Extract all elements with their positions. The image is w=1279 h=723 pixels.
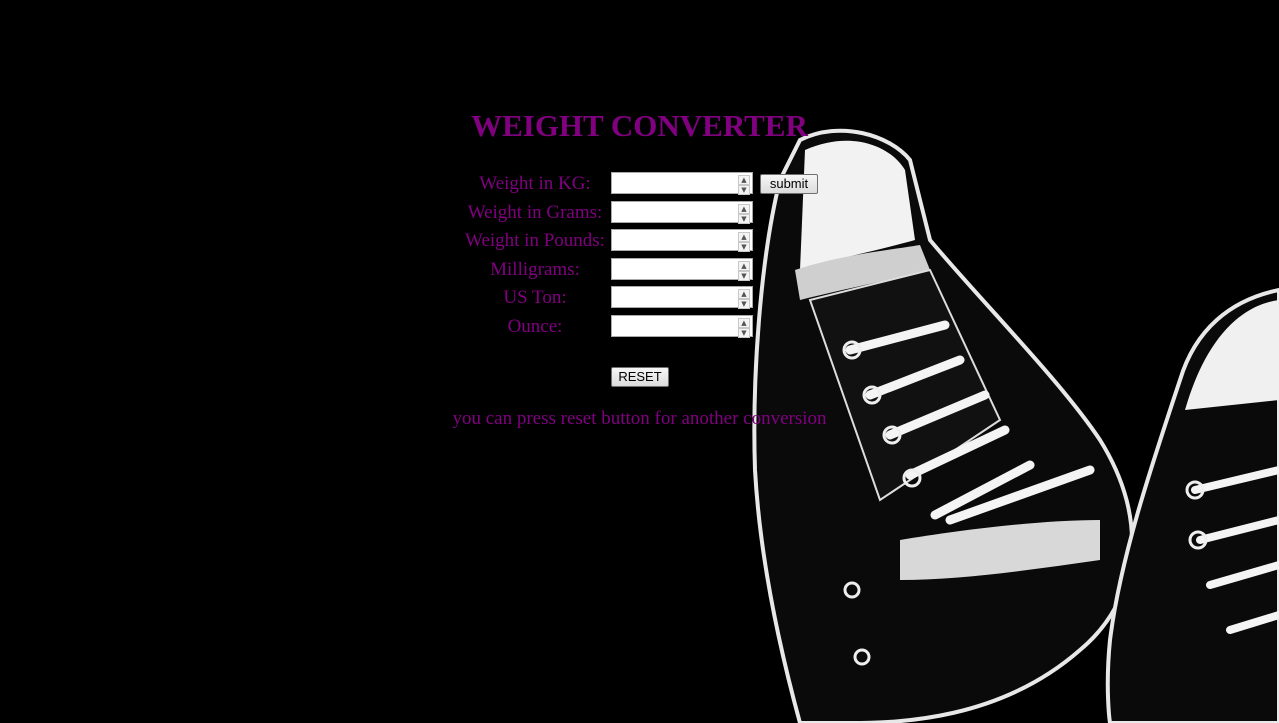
grams-spinner[interactable]: ▲ ▼ [738, 204, 750, 224]
spin-up-icon[interactable]: ▲ [738, 232, 750, 242]
kg-input[interactable] [614, 174, 736, 194]
spin-up-icon[interactable]: ▲ [738, 204, 750, 214]
spin-down-icon[interactable]: ▼ [738, 328, 750, 338]
kg-label: Weight in KG: [479, 173, 591, 194]
us-ton-input[interactable] [614, 288, 736, 308]
reset-hint: you can press reset button for another c… [452, 408, 827, 429]
ounce-label: Ounce: [507, 316, 563, 337]
kg-field[interactable]: ▲ ▼ [611, 172, 753, 195]
kg-row: Weight in KG: ▲ ▼ [0, 172, 1279, 196]
ounce-row: Ounce: ▲ ▼ [0, 315, 1279, 339]
spin-down-icon[interactable]: ▼ [738, 214, 750, 224]
spin-down-icon[interactable]: ▼ [738, 271, 750, 281]
pounds-field[interactable]: ▲ ▼ [611, 229, 753, 252]
kg-spinner[interactable]: ▲ ▼ [738, 175, 750, 195]
pounds-spinner[interactable]: ▲ ▼ [738, 232, 750, 252]
milligrams-label: Milligrams: [490, 259, 580, 280]
reset-button[interactable]: RESET [611, 367, 669, 387]
ounce-field[interactable]: ▲ ▼ [611, 315, 753, 338]
spin-up-icon[interactable]: ▲ [738, 318, 750, 328]
milligrams-field[interactable]: ▲ ▼ [611, 258, 753, 281]
spin-down-icon[interactable]: ▼ [738, 185, 750, 195]
pounds-input[interactable] [614, 231, 736, 251]
spin-up-icon[interactable]: ▲ [738, 289, 750, 299]
milligrams-input[interactable] [614, 260, 736, 280]
spin-down-icon[interactable]: ▼ [738, 242, 750, 252]
us-ton-label: US Ton: [503, 287, 567, 308]
milligrams-spinner[interactable]: ▲ ▼ [738, 261, 750, 281]
pounds-label: Weight in Pounds: [465, 230, 605, 251]
page-title: WEIGHT CONVERTER [471, 108, 808, 143]
grams-input[interactable] [614, 203, 736, 223]
milligrams-row: Milligrams: ▲ ▼ [0, 258, 1279, 282]
grams-field[interactable]: ▲ ▼ [611, 201, 753, 224]
spin-up-icon[interactable]: ▲ [738, 175, 750, 185]
pounds-row: Weight in Pounds: ▲ ▼ [0, 229, 1279, 253]
submit-button[interactable]: submit [760, 174, 818, 194]
ounce-spinner[interactable]: ▲ ▼ [738, 318, 750, 338]
us-ton-row: US Ton: ▲ ▼ [0, 286, 1279, 310]
us-ton-spinner[interactable]: ▲ ▼ [738, 289, 750, 309]
ounce-input[interactable] [614, 317, 736, 337]
spin-down-icon[interactable]: ▼ [738, 299, 750, 309]
grams-row: Weight in Grams: ▲ ▼ [0, 201, 1279, 225]
spin-up-icon[interactable]: ▲ [738, 261, 750, 271]
right-shoe-icon [1105, 287, 1279, 723]
us-ton-field[interactable]: ▲ ▼ [611, 286, 753, 309]
grams-label: Weight in Grams: [467, 202, 603, 223]
